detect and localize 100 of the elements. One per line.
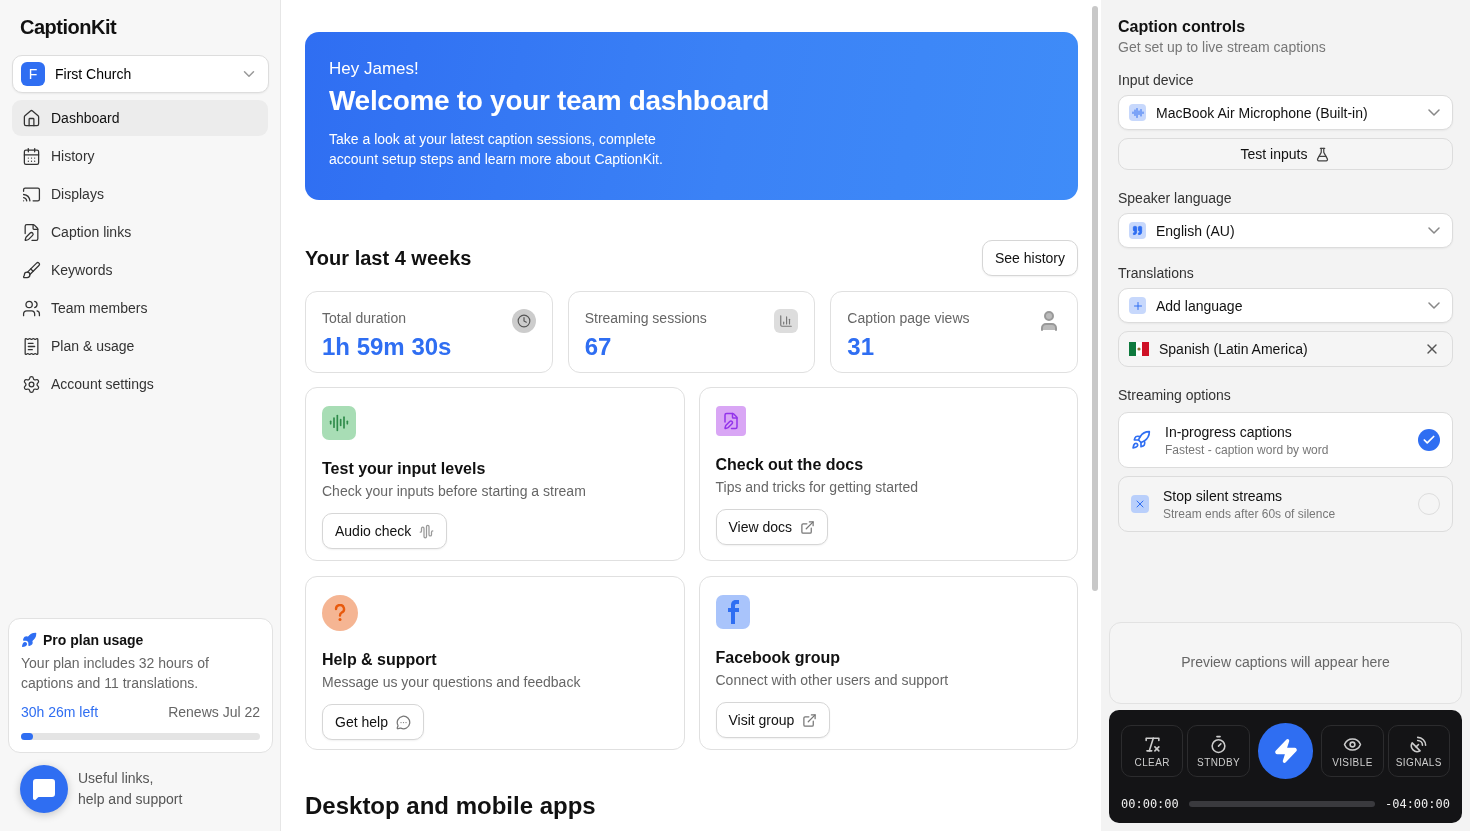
option-text: Fastest - caption word by word (1165, 442, 1330, 457)
option-title: In-progress captions (1165, 423, 1293, 440)
elapsed-time: 00:00:00 (1121, 797, 1179, 811)
nav-item[interactable]: Team members (12, 290, 268, 326)
stat-value: 31 (847, 332, 876, 361)
stat-label: Caption page views (847, 310, 970, 326)
greeting: Hey James! (329, 59, 420, 79)
plan-text: Your plan includes 32 hours of captions and 11 translations. (21, 654, 210, 693)
satellite-dish-icon (1409, 734, 1429, 754)
input-device-select[interactable]: MacBook Air Microphone (Built-in) (1118, 95, 1453, 130)
book-icon (715, 406, 746, 436)
card-text: Message us your questions and feedback (322, 674, 582, 690)
nav-item[interactable]: Keywords (12, 252, 268, 288)
streaming-option[interactable]: In-progress captions Fastest - caption word by word (1118, 412, 1453, 468)
speaker-language-select[interactable]: English (AU) (1118, 213, 1453, 248)
facebook-icon (715, 595, 750, 629)
nav-item[interactable]: Displays (12, 176, 268, 212)
section-title: Desktop and mobile apps (305, 792, 597, 820)
chat-icon (395, 714, 411, 730)
panel-subtitle: Get set up to live stream captions (1118, 39, 1327, 55)
nav-item[interactable]: Plan & usage (12, 328, 268, 364)
card-button[interactable]: Get help (322, 704, 424, 740)
console-button[interactable]: VISIBLE (1321, 725, 1384, 777)
chart-icon (774, 309, 799, 333)
flag-icon (1129, 342, 1149, 356)
card-button[interactable]: View docs (715, 509, 829, 545)
option-text: Stream ends after 60s of silence (1163, 506, 1337, 521)
console-button[interactable]: STNDBY (1187, 725, 1250, 777)
time-left: 30h 26m left (21, 703, 99, 723)
workspace-avatar: F (21, 62, 45, 86)
waveform-icon (419, 523, 435, 539)
chevron-down-icon (1428, 227, 1440, 234)
console-button[interactable]: SIGNALS (1387, 725, 1450, 777)
remaining-time: -04:00:00 (1384, 797, 1450, 811)
external-link-icon (802, 712, 818, 728)
see-history-button[interactable]: See history (981, 240, 1078, 276)
plus-icon (1129, 297, 1146, 314)
option-checkbox[interactable] (1418, 429, 1440, 451)
edit-icon (22, 222, 41, 242)
field-label: Streaming options (1118, 387, 1232, 403)
question-icon (322, 595, 358, 631)
rocket-icon (1131, 430, 1151, 450)
chevron-down-icon (1428, 109, 1440, 116)
add-language-select[interactable]: Add language (1118, 288, 1453, 323)
settings-icon (22, 374, 41, 394)
section-title: Your last 4 weeks (305, 246, 472, 270)
plan-title: Pro plan usage (43, 632, 144, 649)
scrollbar[interactable] (1092, 6, 1098, 591)
card-text: Check your inputs before starting a stream (322, 483, 587, 499)
audio-lines-icon (322, 406, 356, 440)
external-link-icon (800, 519, 816, 535)
audio-lines-icon (1129, 104, 1146, 121)
stat-value: 67 (584, 332, 613, 361)
stat-label: Streaming sessions (584, 310, 707, 326)
brush-icon (22, 260, 41, 280)
language-name: Spanish (Latin America) (1159, 341, 1309, 357)
option-title: Stop silent streams (1163, 487, 1284, 504)
lightning-icon (1272, 738, 1299, 764)
panel-title: Caption controls (1118, 18, 1247, 36)
timer-icon (1209, 734, 1229, 754)
nav-item[interactable]: Caption links (12, 214, 268, 250)
streaming-option[interactable]: Stop silent streams Stream ends after 60s of silence (1118, 476, 1453, 532)
calendar-icon (22, 146, 41, 166)
card-title: Facebook group (715, 649, 841, 667)
nav-item[interactable]: Account settings (12, 366, 268, 402)
test-inputs-button[interactable]: Test inputs (1118, 138, 1453, 170)
flask-icon (1315, 146, 1331, 162)
card-text: Connect with other users and support (715, 672, 950, 688)
clear-format-icon (1142, 734, 1162, 754)
field-label: Translations (1118, 265, 1195, 281)
card-text: Tips and tricks for getting started (715, 479, 920, 495)
preview-text: Preview captions will appear here (1181, 653, 1390, 673)
nav-item[interactable]: History (12, 138, 268, 174)
hero-title: Welcome to your team dashboard (329, 85, 771, 117)
card-button[interactable]: Audio check (322, 513, 448, 549)
workspace-select[interactable]: F First Church (12, 55, 269, 93)
stat-value: 1h 59m 30s (322, 332, 452, 361)
card-title: Check out the docs (715, 456, 865, 474)
receipt-icon (22, 336, 41, 356)
help-text: Useful links, help and support (78, 769, 183, 809)
rocket-icon (21, 632, 37, 649)
logo: CaptionKit (19, 16, 118, 39)
console-button[interactable]: CLEAR (1121, 725, 1184, 777)
users-icon (22, 298, 41, 318)
card-title: Test your input levels (322, 460, 487, 478)
card-button[interactable]: Visit group (715, 702, 831, 738)
chevron-down-icon (1428, 302, 1440, 309)
help-button[interactable] (20, 765, 68, 813)
clock-icon (511, 309, 536, 333)
quote-icon (1129, 222, 1146, 239)
stat-label: Total duration (322, 310, 407, 326)
check-icon (1422, 433, 1436, 447)
close-icon (1131, 495, 1149, 513)
field-label: Input device (1118, 72, 1195, 88)
chat-icon (32, 777, 56, 801)
renewal-date: Renews Jul 22 (168, 703, 260, 723)
nav-item[interactable]: Dashboard (12, 100, 268, 136)
field-label: Speaker language (1118, 190, 1233, 206)
house-icon (22, 108, 41, 128)
card-title: Help & support (322, 651, 438, 669)
